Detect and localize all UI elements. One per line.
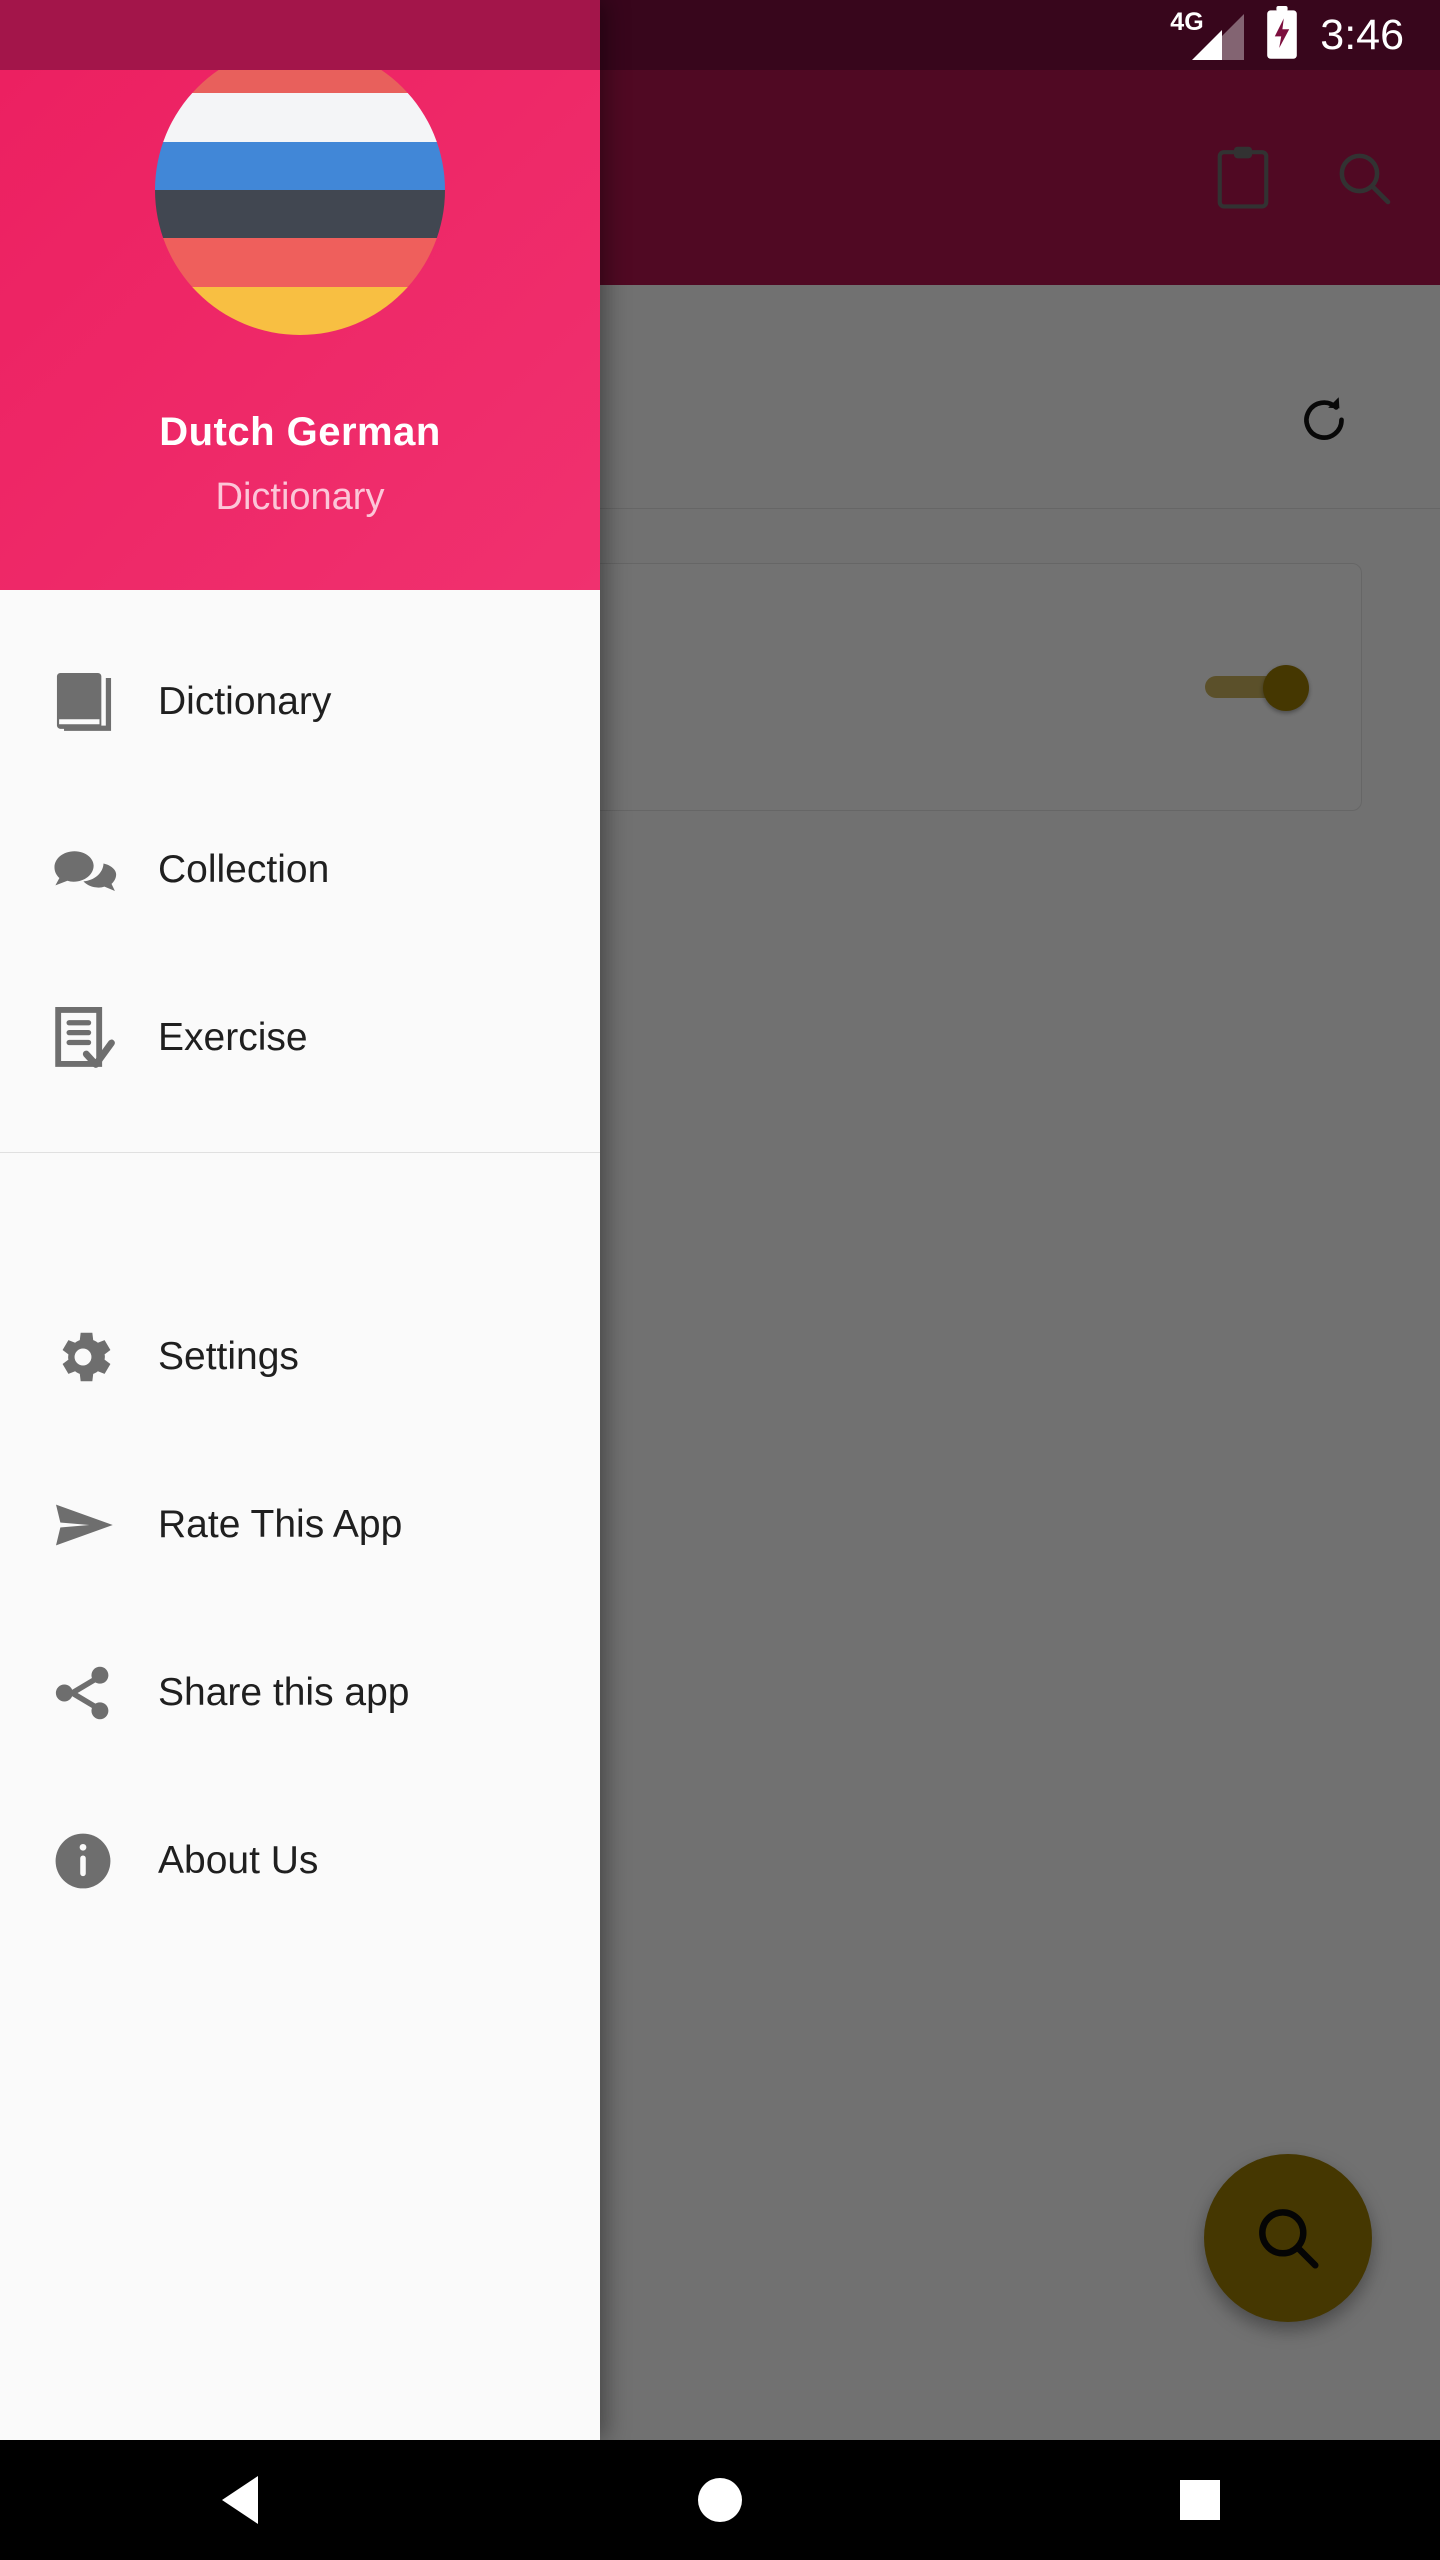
share-icon	[48, 1658, 144, 1728]
drawer-status-bar-backdrop	[0, 0, 600, 70]
drawer-header: Dutch German Dictionary	[0, 0, 600, 590]
sidebar-item-label: About Us	[158, 1839, 319, 1882]
document-check-icon	[48, 1001, 144, 1075]
flag-stripe-4	[155, 189, 445, 239]
dutch-german-flag-avatar	[155, 45, 445, 335]
phone-screen: Dutch German Dictionary Dictionary Colle…	[0, 0, 1440, 2560]
sidebar-item-label: Settings	[158, 1335, 299, 1378]
drawer-primary-group: Dictionary Collection Exercise	[0, 590, 600, 1152]
back-button[interactable]	[160, 2440, 320, 2560]
home-button[interactable]	[640, 2440, 800, 2560]
flag-stripe-5	[155, 238, 445, 287]
sidebar-item-share-this-app[interactable]: Share this app	[0, 1609, 600, 1777]
clock-label: 3:46	[1320, 10, 1404, 59]
recents-square-icon	[1180, 2480, 1220, 2520]
sidebar-item-label: Dictionary	[158, 680, 332, 723]
sidebar-item-collection[interactable]: Collection	[0, 786, 600, 954]
sidebar-item-label: Exercise	[158, 1016, 308, 1059]
recents-button[interactable]	[1120, 2440, 1280, 2560]
home-circle-icon	[698, 2478, 742, 2522]
flag-stripe-3	[155, 141, 445, 190]
info-icon	[48, 1826, 144, 1896]
book-icon	[48, 665, 144, 739]
flag-stripe-6	[155, 286, 445, 335]
signal-4g-icon: 4G	[1170, 10, 1245, 60]
navigation-drawer: Dutch German Dictionary Dictionary Colle…	[0, 0, 600, 2440]
chat-bubbles-icon	[48, 833, 144, 907]
sidebar-item-dictionary[interactable]: Dictionary	[0, 618, 600, 786]
drawer-secondary-group: Settings Rate This App Share this app Ab…	[0, 1153, 600, 1945]
sidebar-item-rate-this-app[interactable]: Rate This App	[0, 1441, 600, 1609]
sidebar-item-settings[interactable]: Settings	[0, 1273, 600, 1441]
drawer-subtitle: Dictionary	[215, 476, 385, 518]
sidebar-item-label: Rate This App	[158, 1503, 403, 1546]
back-triangle-icon	[222, 2476, 258, 2524]
status-bar: 4G 3:46	[600, 0, 1440, 70]
send-icon	[48, 1488, 144, 1562]
system-navigation-bar	[0, 2440, 1440, 2560]
battery-charging-icon	[1264, 5, 1300, 65]
sidebar-item-label: Collection	[158, 848, 330, 891]
sidebar-item-about-us[interactable]: About Us	[0, 1777, 600, 1945]
gear-icon	[48, 1322, 144, 1392]
flag-stripe-2	[155, 93, 445, 142]
signal-bars-filled	[1192, 30, 1223, 60]
sidebar-item-label: Share this app	[158, 1671, 410, 1714]
sidebar-item-exercise[interactable]: Exercise	[0, 954, 600, 1122]
drawer-title: Dutch German	[159, 410, 441, 454]
